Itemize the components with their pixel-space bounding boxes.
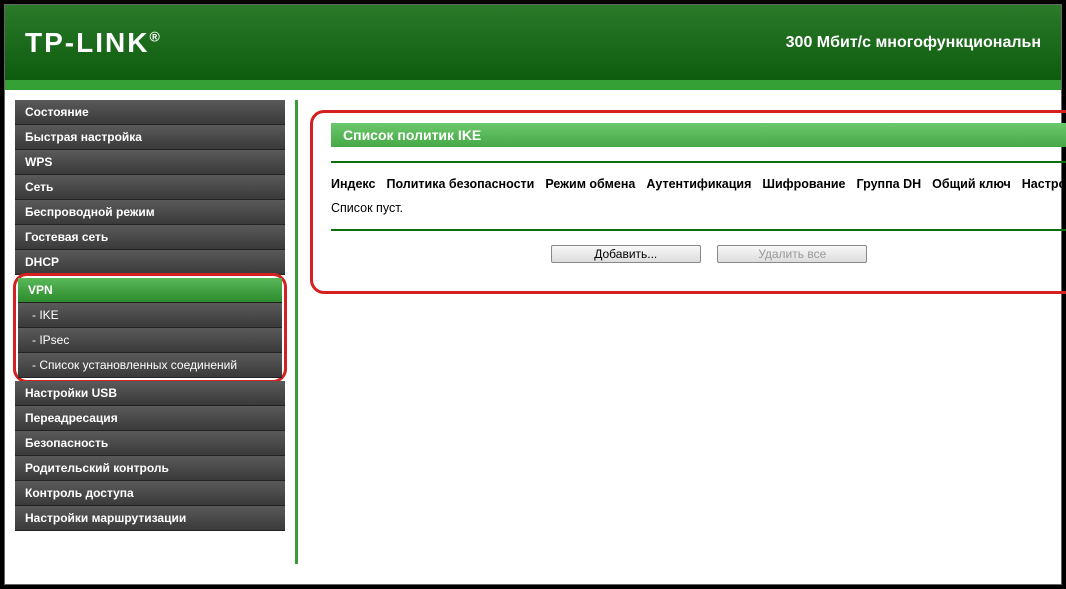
sidebar-item-quick-setup[interactable]: Быстрая настройка xyxy=(15,125,285,150)
panel-title: Список политик IKE xyxy=(331,123,1066,147)
add-button[interactable]: Добавить... xyxy=(551,245,701,263)
sidebar-item-vpn[interactable]: VPN xyxy=(18,278,282,303)
annotation-highlight-content: Список политик IKE Индекс Политика безоп… xyxy=(310,110,1066,294)
sidebar: Состояние Быстрая настройка WPS Сеть Бес… xyxy=(15,100,285,564)
sidebar-item-routing[interactable]: Настройки маршрутизации xyxy=(15,506,285,531)
sidebar-item-access-control[interactable]: Контроль доступа xyxy=(15,481,285,506)
logo-text: TP-LINK xyxy=(25,27,149,58)
sidebar-item-vpn-ike[interactable]: - IKE xyxy=(18,303,282,328)
table-header-row: Индекс Политика безопасности Режим обмен… xyxy=(331,177,1066,191)
empty-list-label: Список пуст. xyxy=(331,201,1066,215)
sidebar-item-parental-control[interactable]: Родительский контроль xyxy=(15,456,285,481)
sidebar-item-vpn-ipsec[interactable]: - IPsec xyxy=(18,328,282,353)
header-subtitle: 300 Мбит/с многофункциональн xyxy=(786,34,1041,52)
sidebar-item-wps[interactable]: WPS xyxy=(15,150,285,175)
col-security-policy: Политика безопасности xyxy=(386,177,534,191)
sidebar-item-vpn-sa-list[interactable]: - Список установленных соединений xyxy=(18,353,282,378)
annotation-highlight-sidebar: VPN - IKE - IPsec - Список установленных… xyxy=(13,273,287,383)
sidebar-item-wireless[interactable]: Беспроводной режим xyxy=(15,200,285,225)
col-settings: Настройка xyxy=(1022,177,1066,191)
col-authentication: Аутентификация xyxy=(646,177,751,191)
sidebar-item-dhcp[interactable]: DHCP xyxy=(15,250,285,275)
divider xyxy=(331,161,1066,163)
sidebar-item-network[interactable]: Сеть xyxy=(15,175,285,200)
delete-all-button[interactable]: Удалить все xyxy=(717,245,867,263)
sidebar-item-security[interactable]: Безопасность xyxy=(15,431,285,456)
col-exchange-mode: Режим обмена xyxy=(545,177,635,191)
col-shared-key: Общий ключ xyxy=(932,177,1011,191)
col-encryption: Шифрование xyxy=(762,177,845,191)
col-index: Индекс xyxy=(331,177,375,191)
sidebar-item-forwarding[interactable]: Переадресация xyxy=(15,406,285,431)
logo: TP-LINK® xyxy=(25,27,162,59)
sidebar-item-guest-network[interactable]: Гостевая сеть xyxy=(15,225,285,250)
sidebar-item-status[interactable]: Состояние xyxy=(15,100,285,125)
sidebar-item-usb-settings[interactable]: Настройки USB xyxy=(15,381,285,406)
header: TP-LINK® 300 Мбит/с многофункциональн xyxy=(5,5,1061,90)
content-area: Список политик IKE Индекс Политика безоп… xyxy=(295,100,1066,564)
button-row: Добавить... Удалить все xyxy=(331,245,1066,263)
logo-registered: ® xyxy=(149,28,161,44)
col-dh-group: Группа DH xyxy=(857,177,922,191)
divider xyxy=(331,229,1066,231)
